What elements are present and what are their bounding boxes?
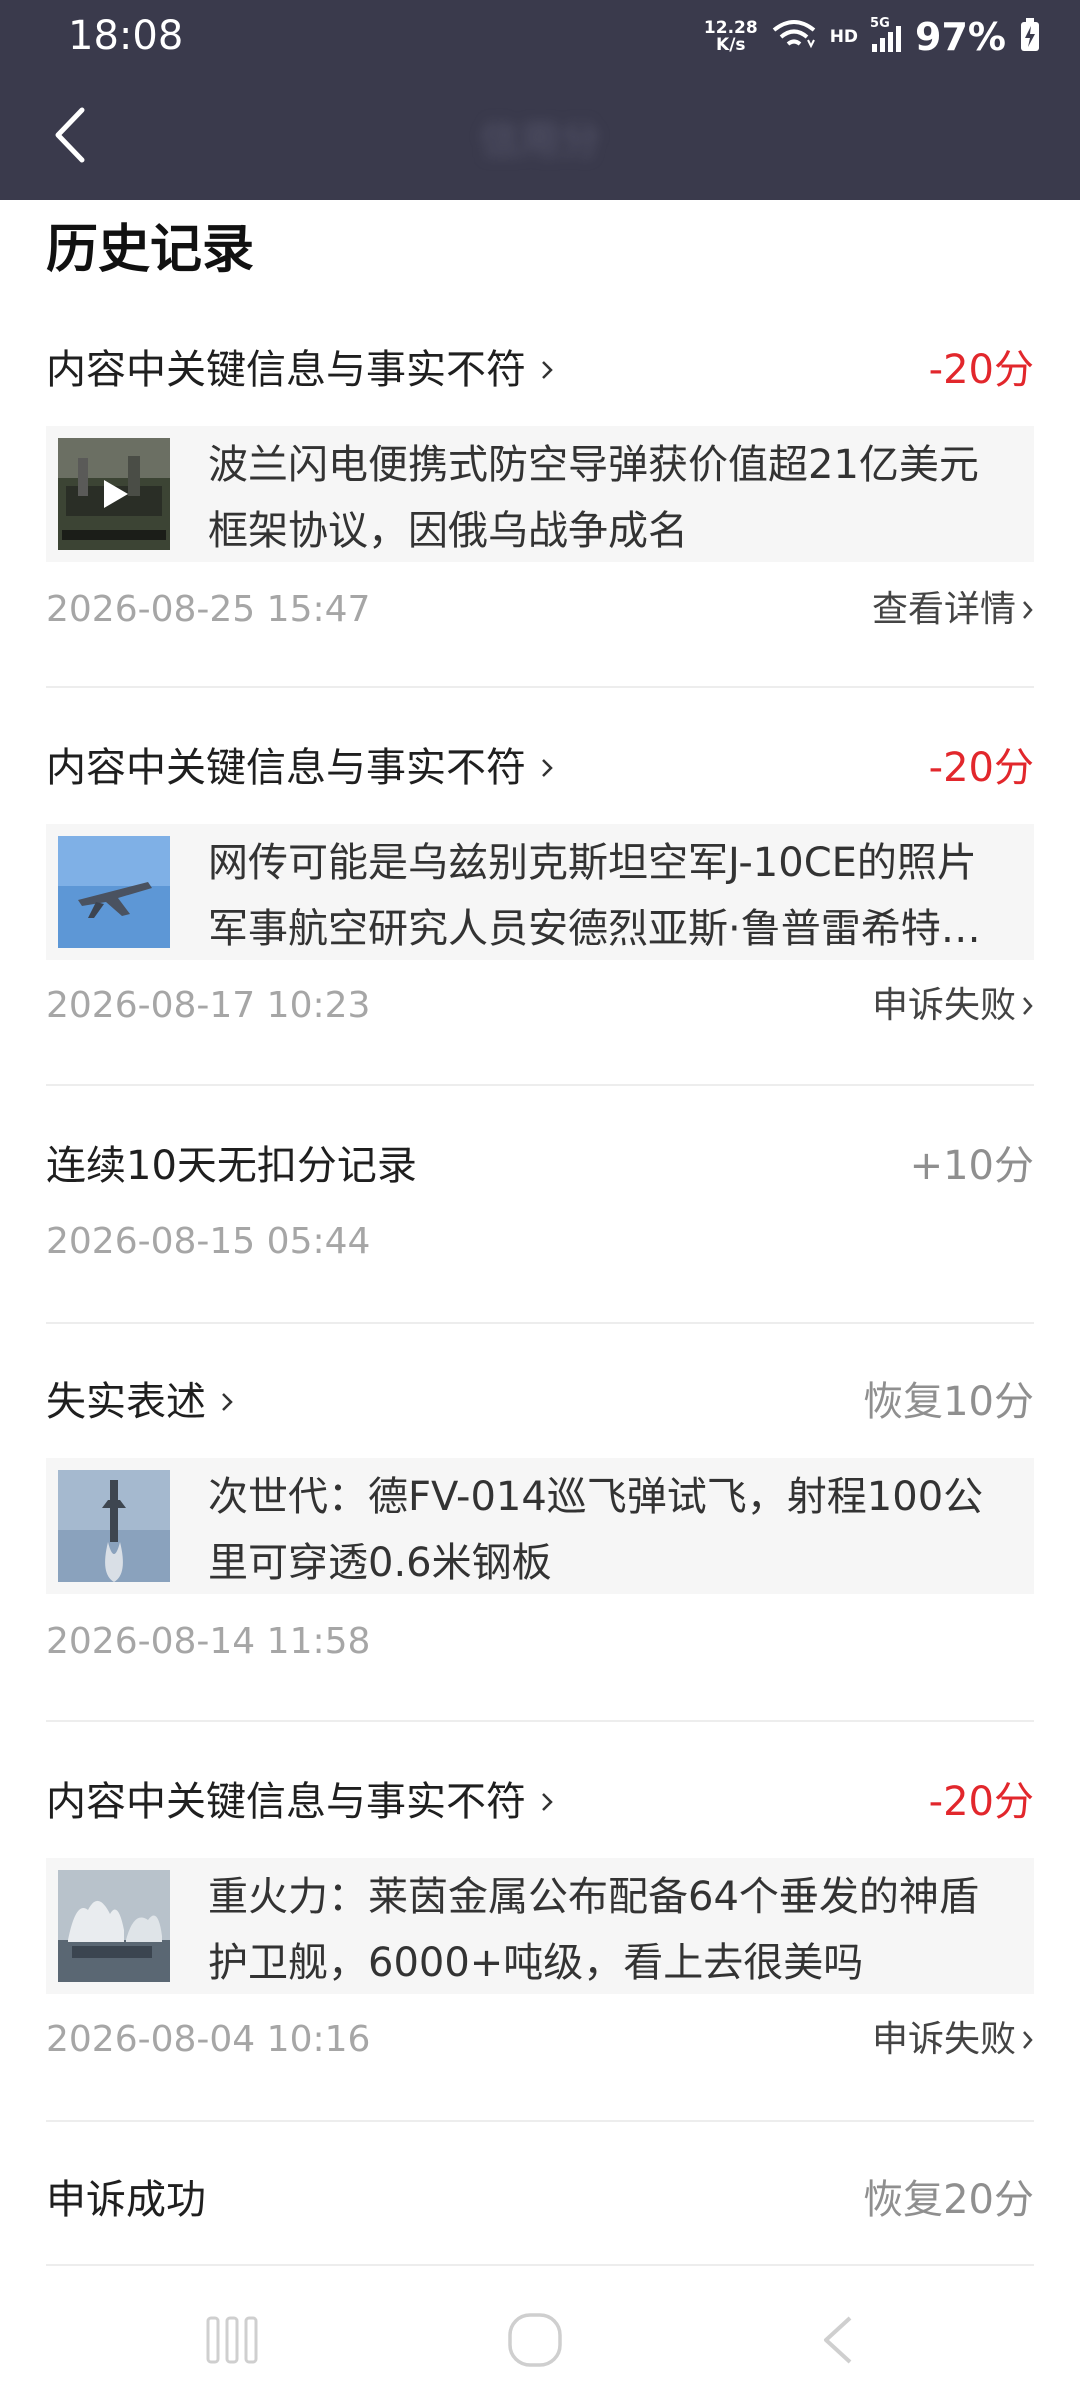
- divider: [46, 2264, 1034, 2266]
- record-date: 2026-08-14 11:58: [46, 1621, 371, 1662]
- record-header[interactable]: 内容中关键信息与事实不符 -20分: [46, 738, 1034, 798]
- record-score: 恢复20分: [863, 2177, 1034, 2223]
- record-date: 2026-08-17 10:23: [46, 985, 371, 1026]
- record-score: -20分: [928, 745, 1034, 791]
- article-card[interactable]: 网传可能是乌兹别克斯坦空军J-10CE的照片 军事航空研究人员安德烈亚斯·鲁普雷…: [46, 824, 1034, 960]
- history-record: 连续10天无扣分记录 +10分 2026-08-15 05:44: [46, 1136, 1034, 1286]
- record-header[interactable]: 内容中关键信息与事实不符 -20分: [46, 340, 1034, 400]
- record-score: 恢复10分: [863, 1379, 1034, 1425]
- divider: [46, 1084, 1034, 1086]
- record-type[interactable]: 内容中关键信息与事实不符: [46, 738, 554, 798]
- network-speed: 12.28 K/s: [703, 18, 758, 55]
- home-icon: [508, 2313, 562, 2367]
- back-button[interactable]: [44, 100, 94, 170]
- signal-icon: 5G: [870, 16, 902, 52]
- appeal-failed-link[interactable]: 申诉失败: [872, 2018, 1034, 2062]
- article-thumbnail: [58, 1870, 170, 1982]
- record-date: 2026-08-25 15:47: [46, 589, 371, 630]
- record-header: 连续10天无扣分记录 +10分: [46, 1136, 1034, 1196]
- article-card[interactable]: 重火力：莱茵金属公布配备64个垂发的神盾护卫舰，6000+吨级，看上去很美吗: [46, 1858, 1034, 1994]
- status-icons: 12.28 K/s HD 5G 97%: [704, 12, 1040, 62]
- chevron-right-icon: [542, 759, 553, 777]
- record-type: 申诉成功: [46, 2177, 206, 2223]
- battery-percent: 97%: [915, 15, 1006, 59]
- chevron-right-icon: [1023, 601, 1033, 619]
- record-date: 2026-08-04 10:16: [46, 2019, 371, 2060]
- chevron-right-icon: [542, 361, 553, 379]
- wifi-icon: [772, 18, 816, 56]
- chevron-right-icon: [222, 1393, 233, 1411]
- top-app-bar: 18:08 12.28 K/s HD 5G 97% 信用分: [0, 0, 1080, 200]
- battery-charging-icon: [1020, 18, 1040, 56]
- history-record: 失实表述 恢复10分 次世代：德FV-014巡飞弹试飞，射程100公里可穿透0.…: [46, 1372, 1034, 1672]
- article-card[interactable]: 次世代：德FV-014巡飞弹试飞，射程100公里可穿透0.6米钢板: [46, 1458, 1034, 1594]
- divider: [46, 686, 1034, 688]
- record-type[interactable]: 失实表述: [46, 1372, 234, 1432]
- article-title: 次世代：德FV-014巡飞弹试飞，射程100公里可穿透0.6米钢板: [208, 1474, 984, 1586]
- page-title: 信用分: [480, 118, 600, 164]
- view-details-link[interactable]: 查看详情: [872, 588, 1034, 632]
- record-type[interactable]: 内容中关键信息与事实不符: [46, 1772, 554, 1832]
- back-arrow-icon: [55, 107, 85, 163]
- chevron-right-icon: [542, 1793, 553, 1811]
- system-back-button[interactable]: [808, 2310, 868, 2370]
- history-record: 内容中关键信息与事实不符 -20分 波兰闪电便携式防空导弹获价值超21亿美元框架…: [46, 340, 1034, 640]
- divider: [46, 2120, 1034, 2122]
- appeal-failed-link[interactable]: 申诉失败: [872, 984, 1034, 1028]
- article-title: 重火力：莱茵金属公布配备64个垂发的神盾护卫舰，6000+吨级，看上去很美吗: [208, 1874, 979, 1986]
- article-thumbnail: [58, 1470, 170, 1582]
- article-thumbnail: [58, 836, 170, 948]
- record-score: -20分: [928, 1779, 1034, 1825]
- history-record: 内容中关键信息与事实不符 -20分 网传可能是乌兹别克斯坦空军J-10CE的照片…: [46, 738, 1034, 1038]
- record-score: +10分: [909, 1143, 1034, 1189]
- chevron-right-icon: [1023, 2031, 1033, 2049]
- article-title: 网传可能是乌兹别克斯坦空军J-10CE的照片 军事航空研究人员安德烈亚斯·鲁普雷…: [208, 840, 981, 952]
- hd-icon: HD: [829, 27, 859, 47]
- back-triangle-icon: [824, 2316, 852, 2364]
- history-record: 内容中关键信息与事实不符 -20分 重火力：莱茵金属公布配备64个垂发的神盾护卫…: [46, 1772, 1034, 2072]
- article-title: 波兰闪电便携式防空导弹获价值超21亿美元框架协议，因俄乌战争成名: [208, 442, 979, 554]
- record-header[interactable]: 内容中关键信息与事实不符 -20分: [46, 1772, 1034, 1832]
- record-header[interactable]: 失实表述 恢复10分: [46, 1372, 1034, 1432]
- record-date: 2026-08-15 05:44: [46, 1221, 371, 1262]
- record-score: -20分: [928, 347, 1034, 393]
- recent-apps-button[interactable]: [202, 2310, 262, 2370]
- recent-apps-icon: [206, 2316, 258, 2364]
- chevron-right-icon: [1023, 997, 1033, 1015]
- section-title: 历史记录: [46, 220, 255, 280]
- home-button[interactable]: [505, 2310, 565, 2370]
- record-header: 申诉成功 恢复20分: [46, 2170, 1034, 2230]
- status-time: 18:08: [68, 13, 184, 59]
- article-card[interactable]: 波兰闪电便携式防空导弹获价值超21亿美元框架协议，因俄乌战争成名: [46, 426, 1034, 562]
- divider: [46, 1720, 1034, 1722]
- record-type: 连续10天无扣分记录: [46, 1143, 417, 1189]
- system-navigation-bar: [0, 2280, 1080, 2400]
- record-type[interactable]: 内容中关键信息与事实不符: [46, 340, 554, 400]
- article-thumbnail: [58, 438, 170, 550]
- divider: [46, 1322, 1034, 1324]
- history-record: 申诉成功 恢复20分: [46, 2170, 1034, 2250]
